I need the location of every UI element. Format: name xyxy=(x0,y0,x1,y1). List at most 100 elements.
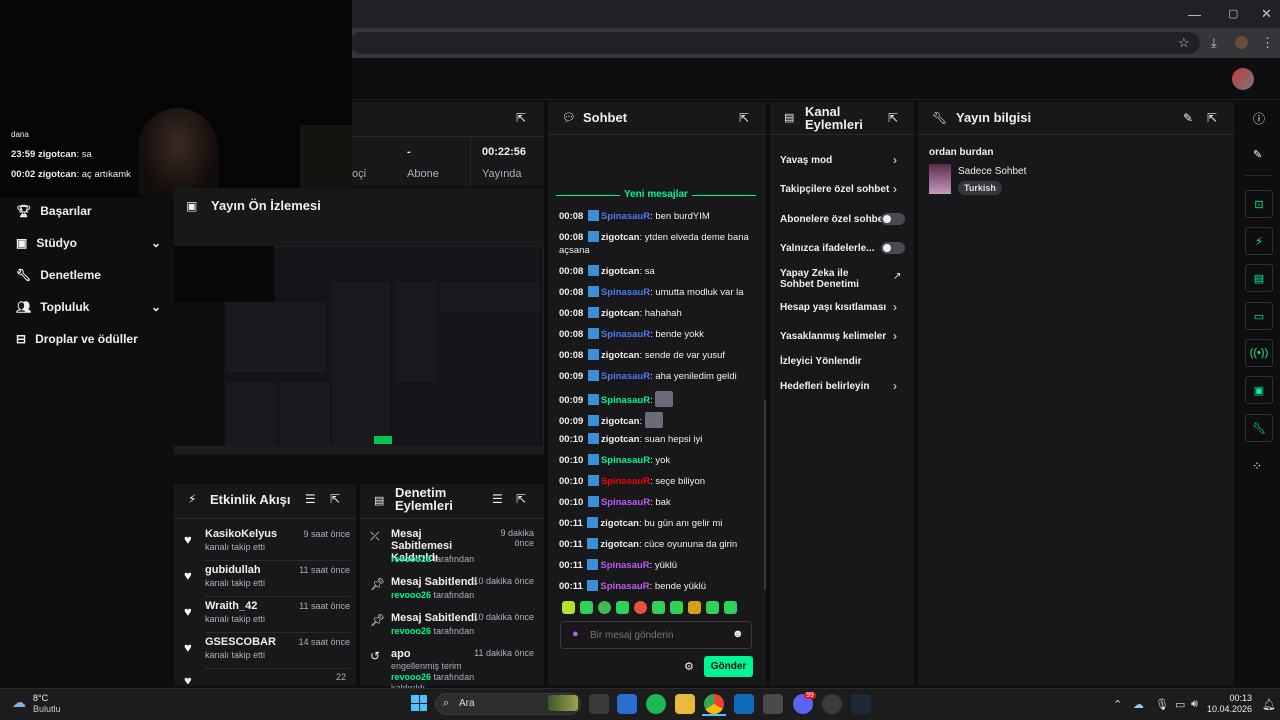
emote-icon[interactable] xyxy=(670,601,683,614)
sidebar-item-moderation[interactable]: 🔧︎ Denetleme xyxy=(16,268,161,282)
emote-icon[interactable] xyxy=(634,601,647,614)
followers-only-option[interactable]: Takipçilere özel sohbet xyxy=(780,184,906,195)
weather-cloud-icon[interactable]: ☁ xyxy=(12,694,26,711)
chevron-right-icon[interactable]: › xyxy=(893,329,897,343)
category-box-art[interactable] xyxy=(929,164,951,194)
weather-temp[interactable]: 8°C xyxy=(33,693,48,703)
bookmark-star-icon[interactable]: ☆ xyxy=(1178,35,1190,51)
chat-username[interactable]: SpinasauR xyxy=(601,497,650,508)
popout-icon[interactable]: ⇱ xyxy=(1207,111,1217,125)
edit-pencil-icon[interactable]: ✎ xyxy=(1183,111,1193,125)
clip-icon[interactable]: ⊡ xyxy=(1245,190,1273,218)
emote-only-toggle[interactable] xyxy=(881,242,905,254)
info-icon[interactable]: ⓘ xyxy=(1253,110,1265,127)
close-window-button[interactable]: ✕ xyxy=(1261,6,1272,22)
emote-icon[interactable] xyxy=(562,601,575,614)
cloud-icon[interactable]: ☁ xyxy=(1133,698,1144,711)
store-icon[interactable] xyxy=(617,694,637,714)
stream-preview-video[interactable] xyxy=(174,246,544,456)
chat-emote[interactable] xyxy=(644,412,663,428)
sidebar-item-achievements[interactable]: 🏆︎ Başarılar xyxy=(16,204,161,218)
chevron-right-icon[interactable]: › xyxy=(893,300,897,314)
external-link-icon[interactable]: ↗ xyxy=(893,271,901,282)
chat-input[interactable] xyxy=(590,625,720,645)
more-icon[interactable]: ⁘ xyxy=(1252,459,1262,473)
document-icon[interactable]: ▤ xyxy=(1245,264,1273,292)
activity-user[interactable]: Wraith_42 xyxy=(205,600,257,612)
chat-username[interactable]: SpinasauR xyxy=(601,476,650,487)
weather-desc[interactable]: Bulutlu xyxy=(33,704,61,714)
clock-time[interactable]: 00:13 xyxy=(1214,693,1252,703)
banned-words-option[interactable]: Yasaklanmış kelimeler xyxy=(780,331,906,342)
chevron-up-icon[interactable]: ⌃ xyxy=(1113,698,1122,711)
subscribers-only-toggle[interactable] xyxy=(881,213,905,225)
chat-username[interactable]: zigotcan xyxy=(601,308,640,319)
volume-icon[interactable]: 🔊︎ xyxy=(1191,698,1198,711)
chat-username[interactable]: SpinasauR xyxy=(600,560,649,571)
activity-user[interactable]: KasikoKelyus xyxy=(205,528,277,540)
filter-icon[interactable]: ☰ xyxy=(305,492,316,506)
chat-icon[interactable]: ▭ xyxy=(1245,302,1273,330)
clock-date[interactable]: 10.04.2026 xyxy=(1202,704,1252,714)
raid-option[interactable]: İzleyici Yönlendir xyxy=(780,356,906,367)
spotify-icon[interactable] xyxy=(646,694,666,714)
user-avatar[interactable] xyxy=(1232,68,1254,90)
obs-icon[interactable] xyxy=(822,694,842,714)
activity-user[interactable]: GSESCOBAR xyxy=(205,636,276,648)
tag-pill[interactable]: Turkish xyxy=(958,181,1002,195)
slow-mode-option[interactable]: Yavaş mod xyxy=(780,155,906,166)
emote-icon[interactable] xyxy=(580,601,593,614)
chat-username[interactable]: SpinasauR xyxy=(601,455,650,466)
microphone-icon[interactable]: 🎙︎ xyxy=(1155,698,1169,711)
edit-pencil-icon[interactable]: ✎ xyxy=(1253,148,1262,161)
emote-icon[interactable] xyxy=(652,601,665,614)
microphone-icon[interactable]: ● xyxy=(572,628,579,640)
chat-username[interactable]: SpinasauR xyxy=(601,329,650,340)
popout-icon[interactable]: ⇱ xyxy=(330,492,340,506)
chat-username[interactable]: SpinasauR xyxy=(601,371,650,382)
chat-username[interactable]: SpinasauR xyxy=(601,211,650,222)
emote-icon[interactable] xyxy=(706,601,719,614)
windows-start-icon[interactable] xyxy=(411,695,427,711)
sidebar-item-studio[interactable]: ▣ Stüdyo ⌄ xyxy=(16,236,161,250)
emote-icon[interactable] xyxy=(724,601,737,614)
chat-settings-gear-icon[interactable]: ⚙ xyxy=(684,660,694,673)
popout-icon[interactable]: ⇱ xyxy=(888,111,898,125)
activity-user[interactable]: gubidullah xyxy=(205,564,261,576)
chrome-icon[interactable] xyxy=(704,694,724,714)
chat-username[interactable]: SpinasauR xyxy=(601,395,650,406)
chat-emote[interactable] xyxy=(655,391,674,407)
app-icon[interactable] xyxy=(763,694,783,714)
chat-username[interactable]: SpinasauR xyxy=(601,287,650,298)
sidebar-item-drops[interactable]: ⊟ Droplar ve ödüller xyxy=(16,332,161,346)
chat-username[interactable]: zigotcan xyxy=(600,518,639,529)
emote-icon[interactable] xyxy=(688,601,701,614)
chat-username[interactable]: zigotcan xyxy=(601,434,640,445)
chat-username[interactable]: SpinasauR xyxy=(600,581,649,592)
shield-icon[interactable]: ▣ xyxy=(1245,376,1273,404)
task-view-icon[interactable] xyxy=(589,694,609,714)
chevron-right-icon[interactable]: › xyxy=(893,182,897,196)
notification-bell-icon[interactable]: 🔔︎ xyxy=(1262,698,1276,711)
broadcast-icon[interactable]: ((•)) xyxy=(1245,339,1273,367)
emote-icon[interactable] xyxy=(598,601,611,614)
ai-moderation-option[interactable]: Yapay Zeka ile Sohbet Denetimi xyxy=(780,268,885,290)
download-icon[interactable]: ⤓ xyxy=(1211,35,1217,51)
steam-icon[interactable] xyxy=(851,694,871,714)
chat-username[interactable]: zigotcan xyxy=(601,232,640,243)
display-icon[interactable]: ▭ xyxy=(1175,698,1185,711)
maximize-button[interactable]: ▢ xyxy=(1228,7,1238,20)
chat-scrollbar[interactable] xyxy=(764,400,766,590)
chat-username[interactable]: zigotcan xyxy=(600,539,639,550)
chat-username[interactable]: zigotcan xyxy=(601,416,640,427)
emote-picker-icon[interactable]: ☻ xyxy=(732,628,744,640)
popout-icon[interactable]: ⇱ xyxy=(516,111,526,125)
address-bar[interactable] xyxy=(350,32,1200,54)
emote-icon[interactable] xyxy=(616,601,629,614)
minimize-button[interactable]: — xyxy=(1188,7,1201,22)
popout-icon[interactable]: ⇱ xyxy=(516,492,526,506)
profile-avatar[interactable] xyxy=(1235,36,1248,49)
filter-icon[interactable]: ☰ xyxy=(492,492,503,506)
popout-icon[interactable]: ⇱ xyxy=(739,111,749,125)
chat-username[interactable]: zigotcan xyxy=(601,266,640,277)
